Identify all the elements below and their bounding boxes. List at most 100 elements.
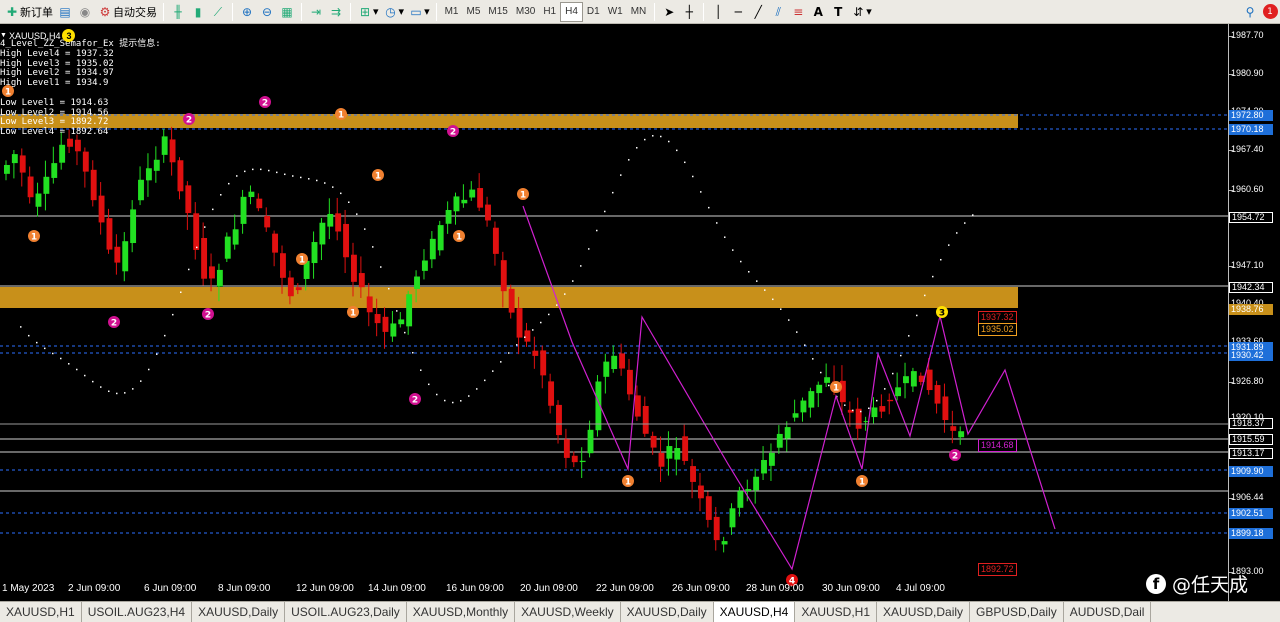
arrows-button[interactable]: ⇵ ▾ [848,2,874,22]
candle-body [437,225,444,251]
chart-tab[interactable]: XAUUSD,Daily [621,602,714,622]
chart-tab[interactable]: AUDUSD,Dail [1064,602,1152,622]
chart-tab[interactable]: XAUUSD,Daily [877,602,971,622]
candle-body [406,294,413,327]
candle-body [666,446,673,459]
market-watch-button[interactable]: ◉ [75,2,95,22]
globe-icon: ◉ [79,4,91,19]
dropdown-icon: ▾ [866,5,872,18]
parabolic-sar-dot [948,244,950,246]
templates-button[interactable]: ▭ ▾ [406,2,432,22]
timeframe-w1[interactable]: W1 [604,2,627,22]
new-order-button[interactable]: ✚ 新订单 [2,2,55,22]
candle-body [926,369,933,391]
candle-chart-button[interactable]: ▮ [188,2,208,22]
semafor-marker-number: 1 [338,111,344,121]
chart-tab[interactable]: XAUUSD,Weekly [515,602,621,622]
cursor-button[interactable]: ➤ [659,2,679,22]
timeframe-m5[interactable]: M5 [463,2,485,22]
arrows-icon: ⇵ [853,4,864,19]
channel-icon: ⫽ [775,4,781,19]
clock-icon: ◷ [385,4,396,19]
candle-body [11,154,18,164]
chart-tab[interactable]: XAUUSD,Daily [192,602,286,622]
candle-body [414,276,420,289]
notifications-button[interactable]: 1 [1260,2,1280,22]
trendline-button[interactable]: ╱ [748,2,768,22]
zoom-out-button[interactable]: ⊖ [257,2,277,22]
chart-tab[interactable]: XAUUSD,H1 [0,602,82,622]
equidistant-channel-button[interactable]: ⫽ [768,2,788,22]
time-label: 28 Jun 09:00 [746,583,804,594]
tile-windows-button[interactable]: ▦ [277,2,297,22]
bar-chart-button[interactable]: ╫ [168,2,188,22]
autoscroll-button[interactable]: ⇉ [326,2,346,22]
candle-body [619,353,626,369]
auto-trade-button[interactable]: ⚙ 自动交易 [95,2,159,22]
parabolic-sar-dot [828,384,830,387]
parabolic-sar-dot [228,182,230,185]
chart-tab[interactable]: USOIL.AUG23,Daily [285,602,407,622]
horizontal-line-button[interactable]: ─ [728,2,748,22]
parabolic-sar-dot [716,222,718,224]
crosshair-button[interactable]: ┼ [679,2,699,22]
price-chart[interactable]: 11222211112211111234 [0,24,1228,601]
price-tick [1229,266,1233,267]
time-label: 2 Jun 09:00 [68,583,121,594]
candle-body [445,210,452,224]
price-label: 1960.60 [1231,184,1264,194]
candle-body [358,273,365,288]
metaeditor-button[interactable]: ▤ [55,2,75,22]
semafor-marker-number: 2 [186,116,192,126]
fibonacci-button[interactable]: ≡ [788,2,808,22]
separator [163,2,164,21]
timeframe-h1[interactable]: H1 [539,2,560,22]
parabolic-sar-dot [932,275,934,278]
line-chart-button[interactable]: ⟋ [208,2,228,22]
text-label-button[interactable]: T [828,2,848,22]
candle-body [232,229,239,245]
parabolic-sar-dot [892,372,894,375]
candle-body [934,385,941,404]
timeframe-mn[interactable]: MN [627,2,651,22]
semafor-marker-number: 1 [625,478,631,488]
parabolic-sar-dot [588,248,590,250]
parabolic-sar-dot [724,236,726,238]
text-button[interactable]: A [808,2,828,22]
chart-tab[interactable]: USOIL.AUG23,H4 [82,602,193,622]
vertical-line-button[interactable]: │ [708,2,728,22]
chart-window[interactable]: 11222211112211111234 4_Level_ZZ_Semafor_… [0,24,1228,601]
timeframe-m30[interactable]: M30 [512,2,539,22]
time-label: 26 Jun 09:00 [672,583,730,594]
timeframe-m1[interactable]: M1 [441,2,463,22]
candle-body [469,189,476,198]
semafor-marker-number: 2 [952,452,958,462]
timeframe-m15[interactable]: M15 [484,2,511,22]
candle-body [461,199,468,204]
candle-body [67,138,73,147]
chart-tab[interactable]: XAUUSD,Monthly [407,602,516,622]
search-button[interactable]: ⚲ [1240,2,1260,22]
crosshair-icon: ┼ [685,4,693,19]
chart-tab[interactable]: XAUUSD,H1 [795,602,878,622]
price-axis[interactable]: 1987.701980.901974.201967.401960.601947.… [1228,24,1280,601]
parabolic-sar-dot [740,260,742,263]
price-tick [1229,382,1233,383]
semafor-marker-number: 1 [31,233,37,243]
chart-shift-button[interactable]: ⇥ [306,2,326,22]
price-level-box: 1942.34 [1229,282,1273,293]
chart-menu-icon[interactable]: ▼ [0,32,7,39]
periods-button[interactable]: ◷ ▾ [381,2,407,22]
zoom-in-button[interactable]: ⊕ [237,2,257,22]
chart-tab[interactable]: GBPUSD,Daily [970,602,1064,622]
timeframe-h4[interactable]: H4 [560,1,583,22]
parabolic-sar-dot [756,280,758,282]
timeframe-d1[interactable]: D1 [583,2,604,22]
chart-tab[interactable]: XAUUSD,H4 [713,602,796,622]
parabolic-sar-dot [420,369,422,371]
indicators-icon: ⊞ [359,4,371,19]
indicators-button[interactable]: ⊞ ▾ [355,2,381,22]
price-level-box: 1909.90 [1229,466,1273,477]
candle-body [248,191,255,198]
parabolic-sar-dot [692,175,694,178]
